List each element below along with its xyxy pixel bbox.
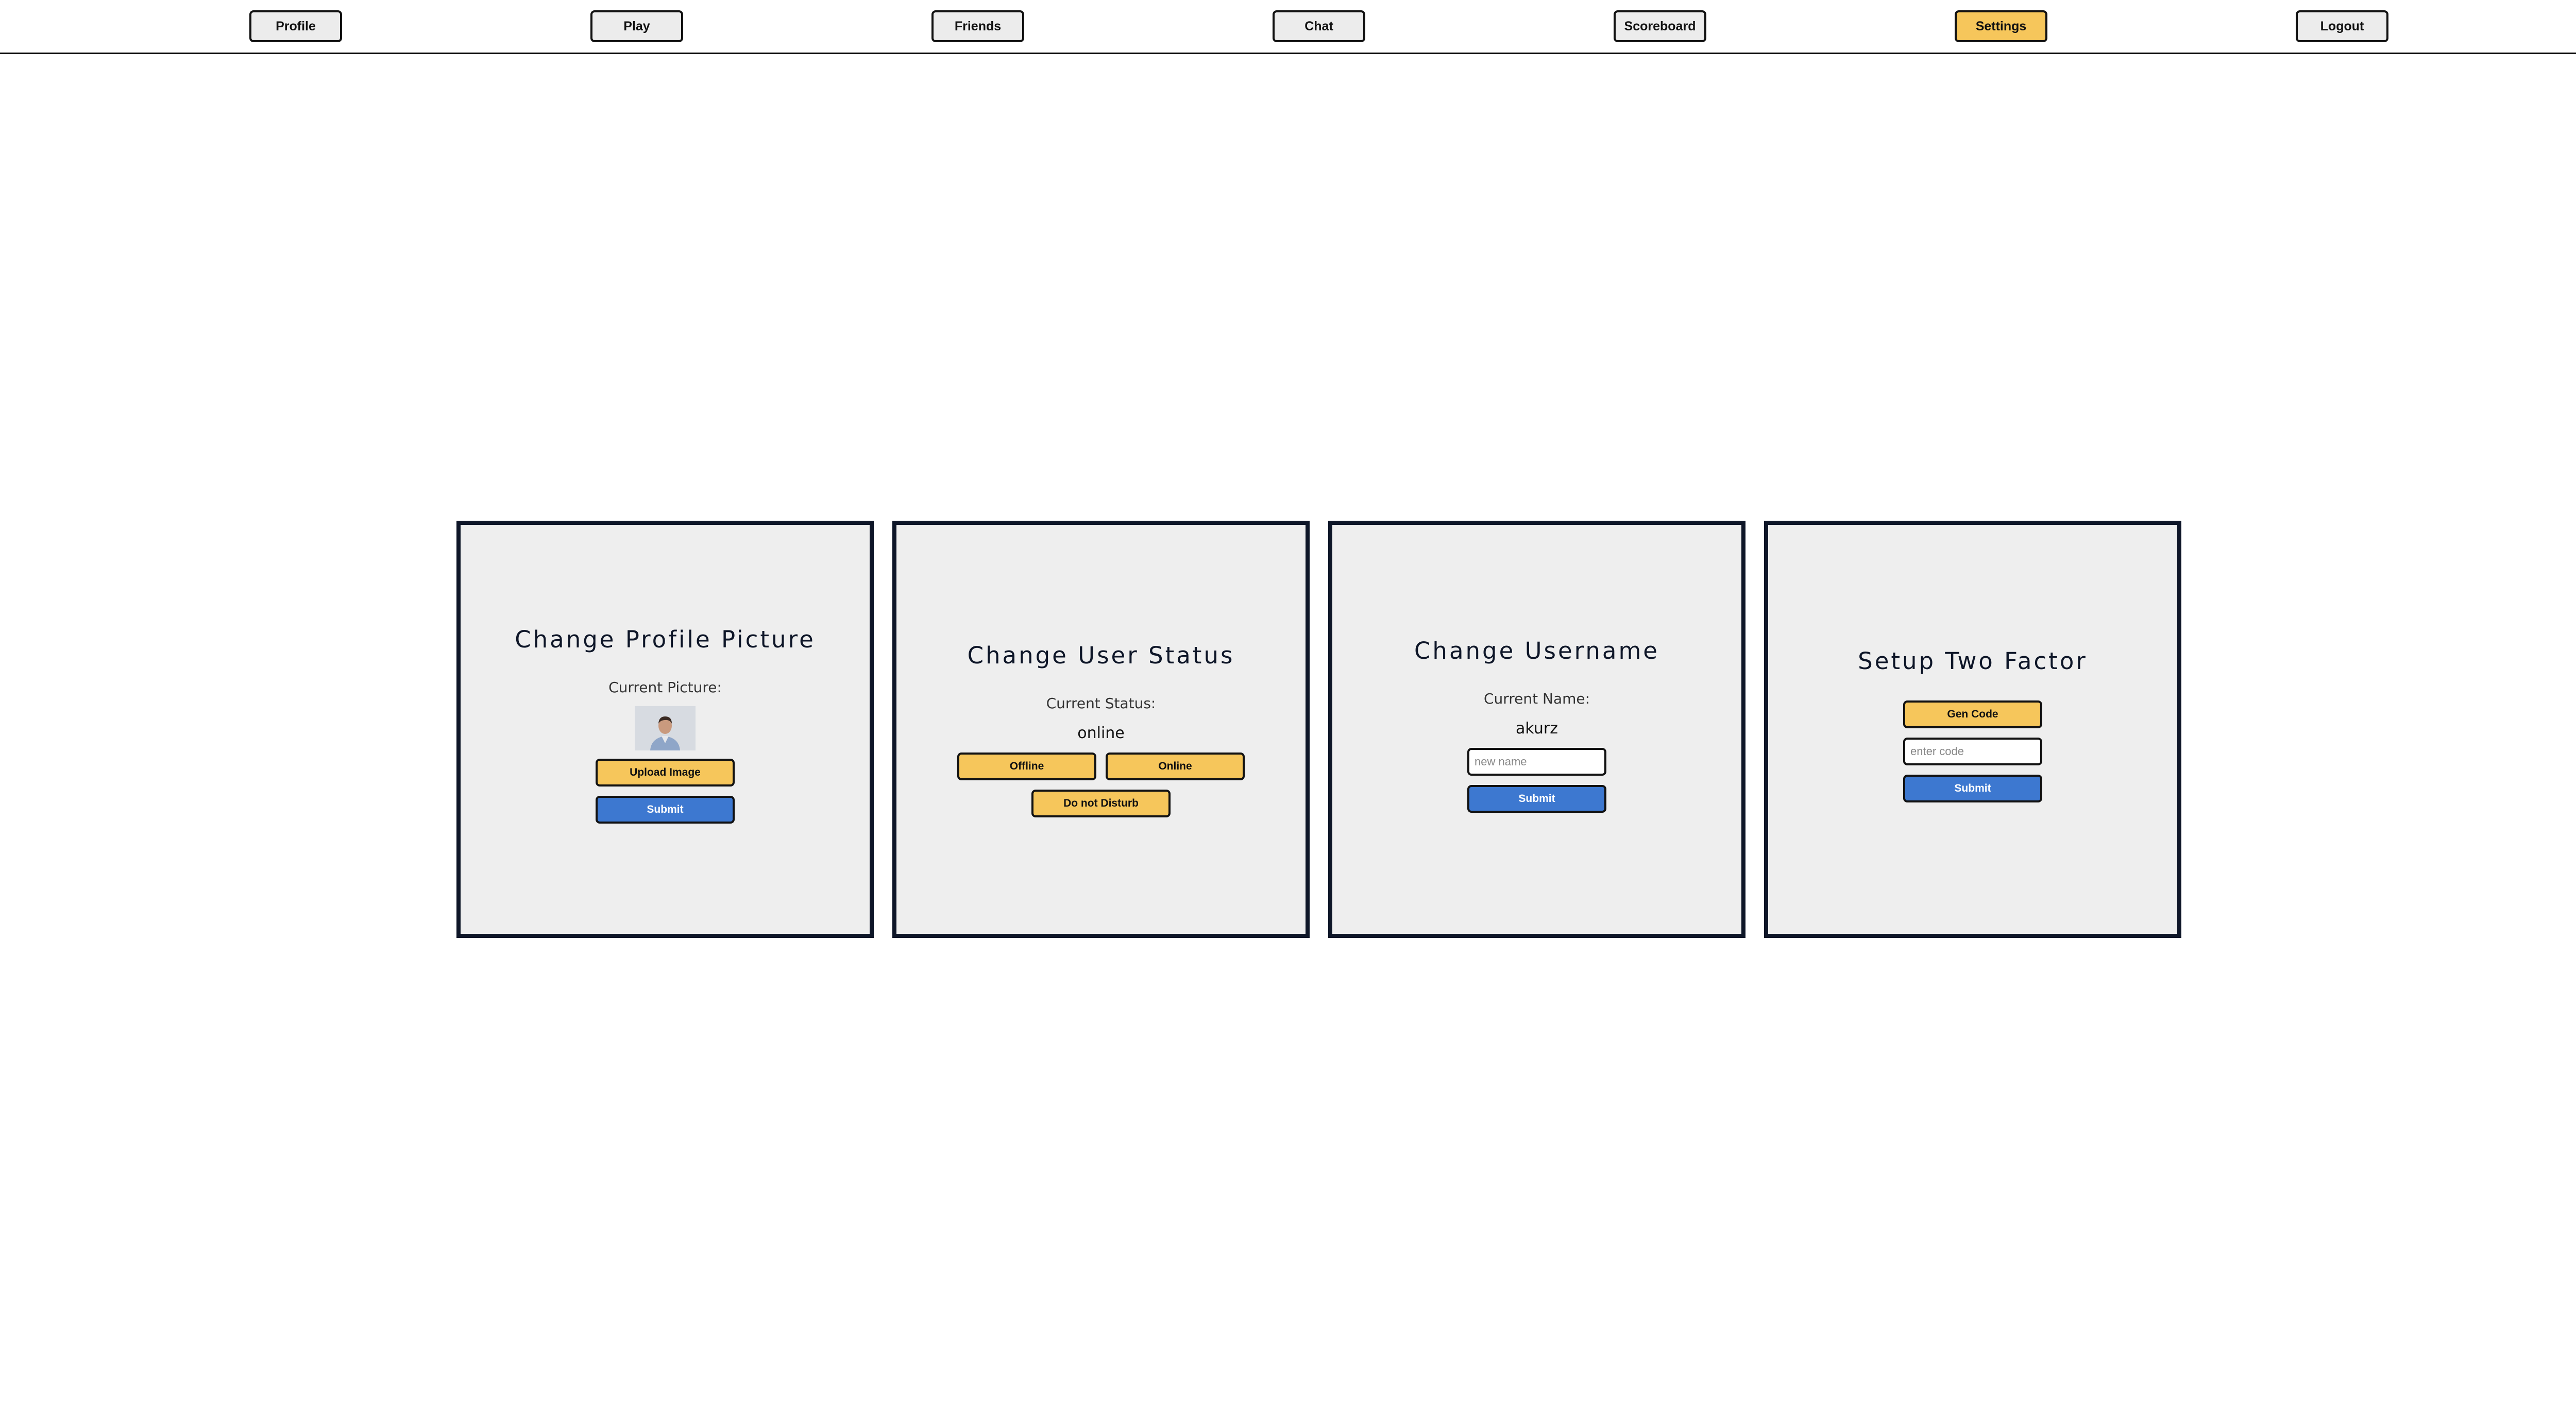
status-offline-button[interactable]: Offline xyxy=(957,752,1096,780)
user-status-card: Change User Status Current Status: onlin… xyxy=(892,521,1310,938)
nav-logout-button[interactable]: Logout xyxy=(2296,10,2388,42)
current-status-value: online xyxy=(1077,724,1125,742)
current-name-label: Current Name: xyxy=(1483,690,1590,707)
card-title: Setup Two Factor xyxy=(1858,647,2088,675)
current-status-label: Current Status: xyxy=(1046,694,1156,712)
profile-picture-card: Change Profile Picture Current Picture: … xyxy=(456,521,874,938)
card-title: Change Username xyxy=(1414,637,1659,664)
avatar xyxy=(635,706,696,750)
nav-settings-button[interactable]: Settings xyxy=(1955,10,2047,42)
upload-image-button[interactable]: Upload Image xyxy=(596,759,735,787)
gen-code-button[interactable]: Gen Code xyxy=(1903,700,2042,728)
card-title: Change User Status xyxy=(967,641,1235,669)
status-online-button[interactable]: Online xyxy=(1106,752,1245,780)
nav-scoreboard-button[interactable]: Scoreboard xyxy=(1614,10,1706,42)
status-dnd-button[interactable]: Do not Disturb xyxy=(1031,789,1171,817)
top-navbar: Profile Play Friends Chat Scoreboard Set… xyxy=(0,0,2576,54)
avatar-image xyxy=(635,706,696,750)
current-name-value: akurz xyxy=(1516,719,1558,738)
two-factor-card: Setup Two Factor Gen Code enter code Sub… xyxy=(1764,521,2181,938)
username-submit-button[interactable]: Submit xyxy=(1467,784,1606,813)
new-name-input[interactable]: new name xyxy=(1467,747,1606,776)
card-title: Change Profile Picture xyxy=(515,626,816,653)
current-picture-label: Current Picture: xyxy=(608,679,722,696)
nav-chat-button[interactable]: Chat xyxy=(1273,10,1365,42)
code-input[interactable]: enter code xyxy=(1903,737,2042,765)
nav-friends-button[interactable]: Friends xyxy=(931,10,1024,42)
two-factor-submit-button[interactable]: Submit xyxy=(1903,774,2042,802)
username-card: Change Username Current Name: akurz new … xyxy=(1328,521,1745,938)
picture-submit-button[interactable]: Submit xyxy=(596,796,735,824)
nav-play-button[interactable]: Play xyxy=(590,10,683,42)
nav-profile-button[interactable]: Profile xyxy=(249,10,342,42)
